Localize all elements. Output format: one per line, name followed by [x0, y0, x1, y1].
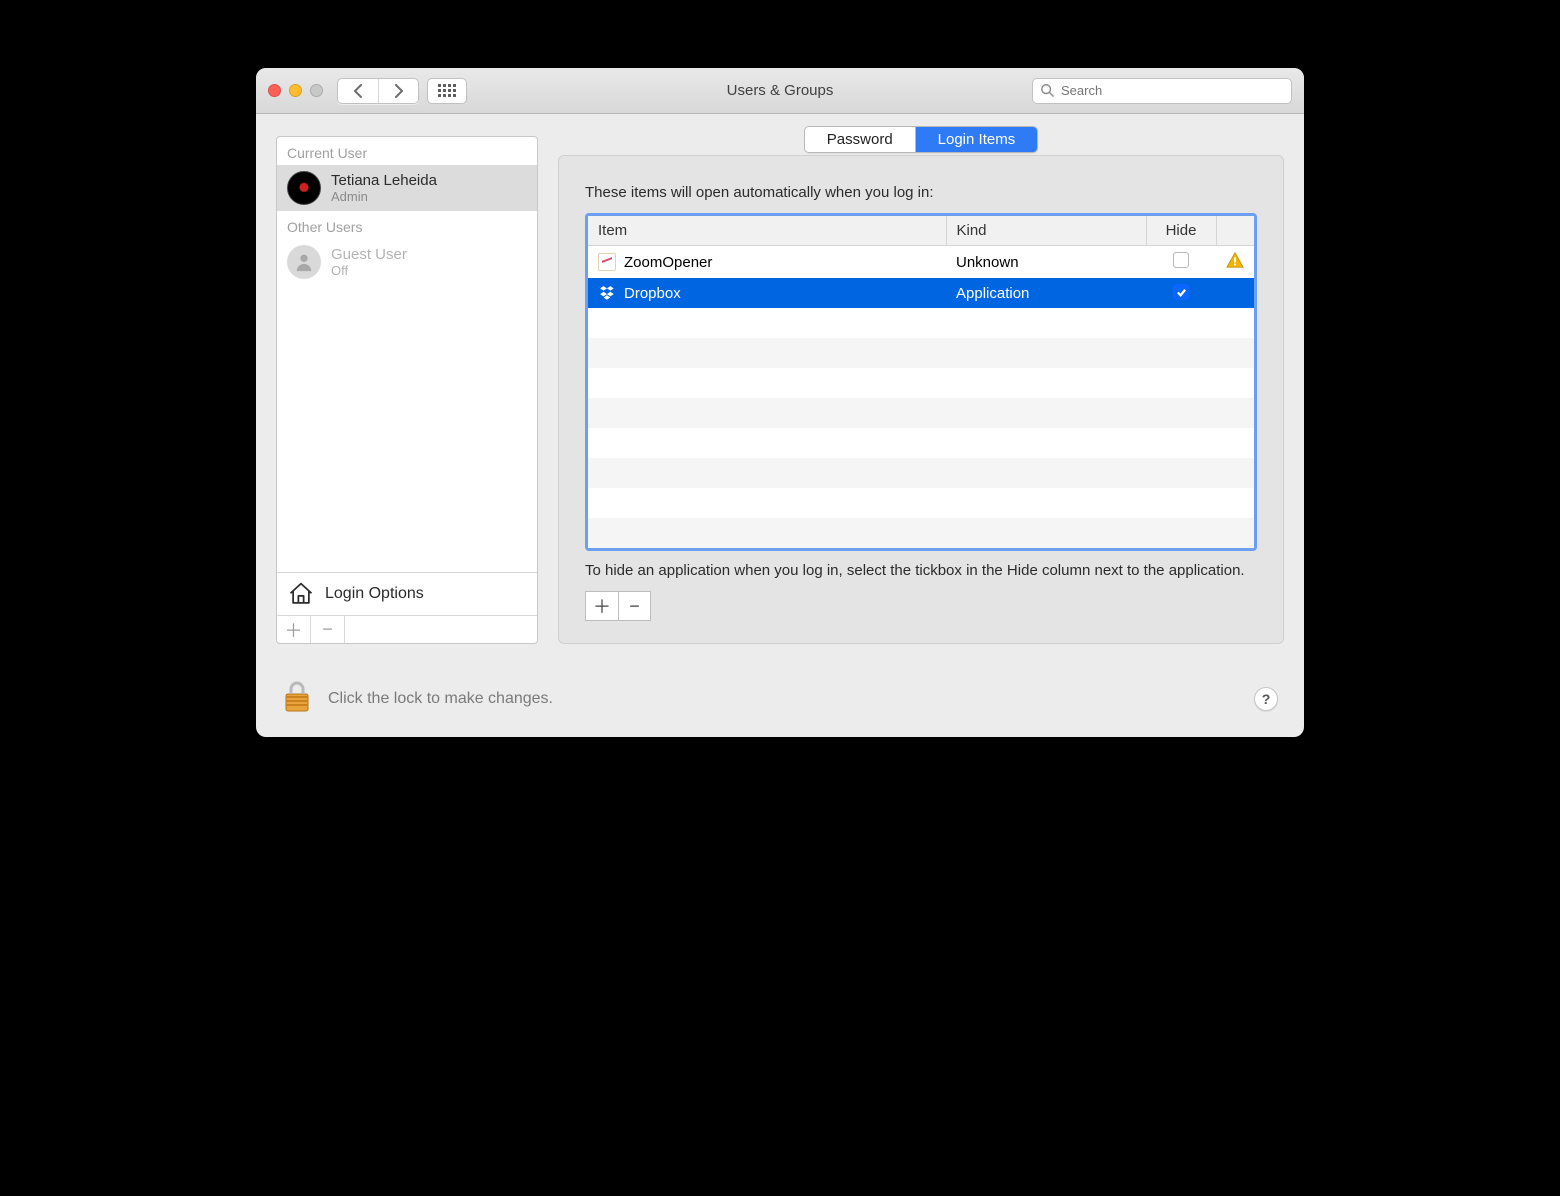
col-header-kind[interactable]: Kind	[946, 216, 1146, 246]
lock-icon[interactable]	[282, 680, 312, 717]
login-items-intro: These items will open automatically when…	[585, 184, 1257, 201]
guest-name: Guest User	[331, 246, 407, 263]
table-row[interactable]: Dropbox Application	[588, 278, 1254, 308]
col-header-item[interactable]: Item	[588, 216, 946, 246]
main: Password Login Items These items will op…	[558, 136, 1284, 644]
add-item-button[interactable]: ＋	[586, 592, 618, 620]
house-icon	[287, 581, 315, 607]
table-row-empty	[588, 308, 1254, 338]
add-user-button[interactable]: ＋	[277, 616, 311, 643]
user-name: Tetiana Leheida	[331, 172, 437, 189]
hide-checkbox[interactable]	[1173, 284, 1189, 300]
tab-login-items[interactable]: Login Items	[915, 127, 1038, 152]
nav-buttons	[337, 78, 419, 104]
sidebar-footer: ＋ −	[277, 615, 537, 643]
lock-text: Click the lock to make changes.	[328, 690, 553, 708]
col-header-extra	[1216, 216, 1254, 246]
warning-icon	[1226, 256, 1244, 273]
body: Current User Tetiana Leheida Admin Other…	[256, 114, 1304, 654]
sidebar: Current User Tetiana Leheida Admin Other…	[276, 136, 538, 644]
login-items-table-frame: Item Kind Hide ZoomOpener Unknown Dropbox A…	[585, 213, 1257, 551]
sidebar-user-guest[interactable]: Guest User Off	[277, 239, 537, 285]
forward-button[interactable]	[378, 79, 418, 103]
guest-status: Off	[331, 263, 407, 278]
login-items-hint: To hide an application when you log in, …	[585, 561, 1257, 581]
table-row-empty	[588, 518, 1254, 548]
login-options-button[interactable]: Login Options	[277, 572, 537, 615]
titlebar: Users & Groups	[256, 68, 1304, 114]
login-items-table: Item Kind Hide ZoomOpener Unknown Dropbox A…	[588, 216, 1254, 548]
sidebar-section-other: Other Users	[277, 211, 537, 239]
traffic-lights	[268, 84, 323, 97]
table-row-empty	[588, 338, 1254, 368]
search-wrap	[1032, 78, 1292, 104]
minimize-button[interactable]	[289, 84, 302, 97]
grid-icon	[438, 84, 456, 97]
window: Users & Groups Current User Tetiana Lehe…	[256, 68, 1304, 737]
table-row[interactable]: ZoomOpener Unknown	[588, 246, 1254, 279]
zoom-button[interactable]	[310, 84, 323, 97]
show-all-button[interactable]	[427, 78, 467, 104]
search-input[interactable]	[1032, 78, 1292, 104]
sidebar-section-current: Current User	[277, 137, 537, 165]
login-items-panel: These items will open automatically when…	[558, 155, 1284, 644]
item-kind: Application	[946, 278, 1146, 308]
table-row-empty	[588, 458, 1254, 488]
table-row-empty	[588, 428, 1254, 458]
hide-checkbox[interactable]	[1173, 252, 1189, 268]
add-remove-items: ＋ −	[585, 591, 651, 621]
table-row-empty	[588, 398, 1254, 428]
zoom-icon	[598, 253, 616, 271]
avatar	[287, 171, 321, 205]
remove-user-button[interactable]: −	[311, 616, 345, 643]
remove-item-button[interactable]: −	[618, 592, 650, 620]
login-options-label: Login Options	[325, 585, 424, 603]
item-name: ZoomOpener	[624, 254, 712, 271]
close-button[interactable]	[268, 84, 281, 97]
table-row-empty	[588, 368, 1254, 398]
footer: Click the lock to make changes. ?	[256, 654, 1304, 737]
table-row-empty	[588, 488, 1254, 518]
search-icon	[1040, 83, 1054, 97]
col-header-hide[interactable]: Hide	[1146, 216, 1216, 246]
sidebar-user-current[interactable]: Tetiana Leheida Admin	[277, 165, 537, 211]
avatar-guest	[287, 245, 321, 279]
item-kind: Unknown	[946, 246, 1146, 279]
tab-password[interactable]: Password	[805, 127, 915, 152]
back-button[interactable]	[338, 79, 378, 103]
dropbox-icon	[598, 284, 616, 302]
help-button[interactable]: ?	[1254, 687, 1278, 711]
tabs: Password Login Items	[558, 126, 1284, 153]
item-name: Dropbox	[624, 285, 681, 302]
user-role: Admin	[331, 189, 437, 204]
